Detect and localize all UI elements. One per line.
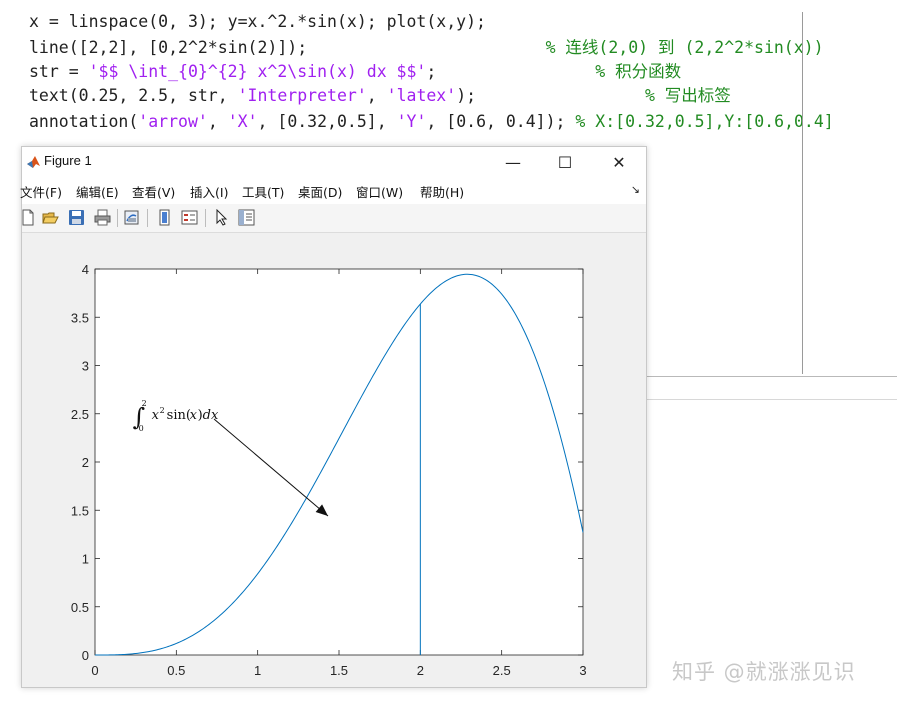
x-tick-label: 3 <box>579 663 586 678</box>
menu-item[interactable]: 编辑(E) <box>76 182 119 201</box>
code-string: 'Y' <box>396 112 427 131</box>
integral-label-part: 0 <box>139 424 144 433</box>
dock-arrow-icon[interactable]: ↘ <box>631 183 640 196</box>
close-button[interactable]: ✕ <box>596 147 642 177</box>
menu-item[interactable]: 查看(V) <box>132 182 175 201</box>
integral-label-part: x <box>152 408 160 423</box>
integral-label-part: sin( <box>167 408 191 423</box>
code-string: '$$ \int_{0}^{2} x^2\sin(x) dx $$' <box>88 62 427 81</box>
code-comment: % X:[0.32,0.5],Y:[0.6,0.4] <box>575 112 834 131</box>
y-tick-label: 0.5 <box>71 600 89 615</box>
code-comment: % 连线(2,0) 到 (2,2^2*sin(x)) <box>545 38 824 57</box>
figure-titlebar[interactable]: Figure 1 — ☐ ✕ <box>22 147 646 177</box>
code-text: annotation( <box>29 112 139 131</box>
code-text: text(0.25, 2.5, str, <box>29 86 238 105</box>
integral-label-part: 2 <box>160 406 165 415</box>
code-text: x = linspace(0, 3); y=x.^2.*sin(x); plot… <box>29 12 486 31</box>
code-line[interactable]: line([2,2], [0,2^2*sin(2)]); % 连线(2,0) 到… <box>29 38 824 58</box>
code-text: , [0.32,0.5], <box>257 112 397 131</box>
y-tick-label: 2.5 <box>71 407 89 422</box>
minimize-button[interactable]: — <box>490 147 536 177</box>
maximize-button[interactable]: ☐ <box>542 147 588 177</box>
code-comment: % 积分函数 <box>595 62 682 81</box>
axes-box <box>94 268 584 656</box>
integral-label-part: x <box>190 408 198 423</box>
menu-item[interactable]: 文件(F) <box>20 182 62 201</box>
y-tick-label: 3 <box>82 359 89 374</box>
matlab-logo-icon <box>27 156 40 168</box>
x-tick-label: 0 <box>91 663 98 678</box>
figure-toolbar <box>22 204 646 233</box>
save-icon[interactable] <box>68 209 85 226</box>
code-line[interactable]: x = linspace(0, 3); y=x.^2.*sin(x); plot… <box>29 12 486 32</box>
code-text: , <box>207 112 228 131</box>
edit-plot-icon[interactable] <box>214 209 231 226</box>
toolbar-separator <box>147 209 148 227</box>
menu-item[interactable]: 桌面(D) <box>298 182 342 201</box>
close-icon: ✕ <box>612 152 626 172</box>
code-text: , <box>366 86 387 105</box>
code-text: , [0.6, 0.4]); <box>426 112 576 131</box>
code-string: 'latex' <box>386 86 457 105</box>
code-comment: % 写出标签 <box>644 86 731 105</box>
link-plot-icon[interactable] <box>123 209 140 226</box>
toolbar-separator <box>205 209 206 227</box>
menu-item[interactable]: 帮助(H) <box>420 182 464 201</box>
figure-window[interactable]: Figure 1 — ☐ ✕ ↘ 文件(F) 编辑(E) 查看(V) 插入(I) 工具(… <box>20 146 647 688</box>
integral-label-part: dx <box>203 408 219 423</box>
y-tick-label: 1 <box>82 552 89 567</box>
x-tick-label: 1 <box>254 663 261 678</box>
x-tick-label: 1.5 <box>330 663 348 678</box>
menu-bar: ↘ 文件(F) 编辑(E) 查看(V) 插入(I) 工具(T) 桌面(D) 窗口(W) 帮助(… <box>20 177 646 204</box>
new-figure-icon[interactable] <box>19 209 36 226</box>
insert-legend-icon[interactable] <box>181 209 198 226</box>
menu-item[interactable]: 工具(T) <box>242 182 284 201</box>
code-string: 'arrow' <box>138 112 208 131</box>
menu-item[interactable]: 插入(I) <box>190 182 228 201</box>
integral-label-part: 2 <box>142 399 147 408</box>
code-text: ; <box>426 62 596 81</box>
code-editor[interactable]: x = linspace(0, 3); y=x.^2.*sin(x); plot… <box>0 0 916 145</box>
x-tick-label: 0.5 <box>167 663 185 678</box>
maximize-icon: ☐ <box>557 152 573 172</box>
print-icon[interactable] <box>94 209 111 226</box>
insert-colorbar-icon[interactable] <box>156 209 173 226</box>
minimize-icon: — <box>505 152 521 172</box>
figure-title: Figure 1 <box>44 153 92 168</box>
open-file-icon[interactable] <box>42 209 59 226</box>
code-line[interactable]: str = '$$ \int_{0}^{2} x^2\sin(x) dx $$'… <box>29 62 681 82</box>
x-tick-label: 2 <box>417 663 424 678</box>
y-tick-label: 3.5 <box>71 310 89 325</box>
code-text: ); <box>456 86 645 105</box>
code-string: 'Interpreter' <box>237 86 367 105</box>
property-inspector-icon[interactable] <box>238 209 255 226</box>
code-text: str = <box>29 62 89 81</box>
x-tick-label: 2.5 <box>493 663 511 678</box>
plot-area[interactable]: 0 0.5 1 1.5 2 2.5 3 0 0.5 1 1.5 2 2.5 3 3.5 4 ∫ 2 0 x 2 sin(x… <box>22 233 646 687</box>
y-tick-label: 2 <box>82 455 89 470</box>
y-tick-label: 4 <box>82 262 89 277</box>
axes[interactable]: 0 0.5 1 1.5 2 2.5 300.511.522.533.54∫20x 2 sin(x… <box>22 233 646 687</box>
watermark: 知乎 @就涨涨见识 <box>672 660 856 684</box>
code-line[interactable]: annotation('arrow', 'X', [0.32,0.5], 'Y'… <box>29 112 834 132</box>
editor-divider <box>802 12 803 374</box>
code-string: 'X' <box>227 112 258 131</box>
code-text: line([2,2], [0,2^2*sin(2)]); <box>29 38 546 57</box>
menu-item[interactable]: 窗口(W) <box>356 182 403 201</box>
pane-divider <box>645 399 897 400</box>
y-tick-label: 0 <box>82 648 89 663</box>
y-tick-label: 1.5 <box>71 503 89 518</box>
toolbar-separator <box>117 209 118 227</box>
code-line[interactable]: text(0.25, 2.5, str, 'Interpreter', 'lat… <box>29 86 731 106</box>
